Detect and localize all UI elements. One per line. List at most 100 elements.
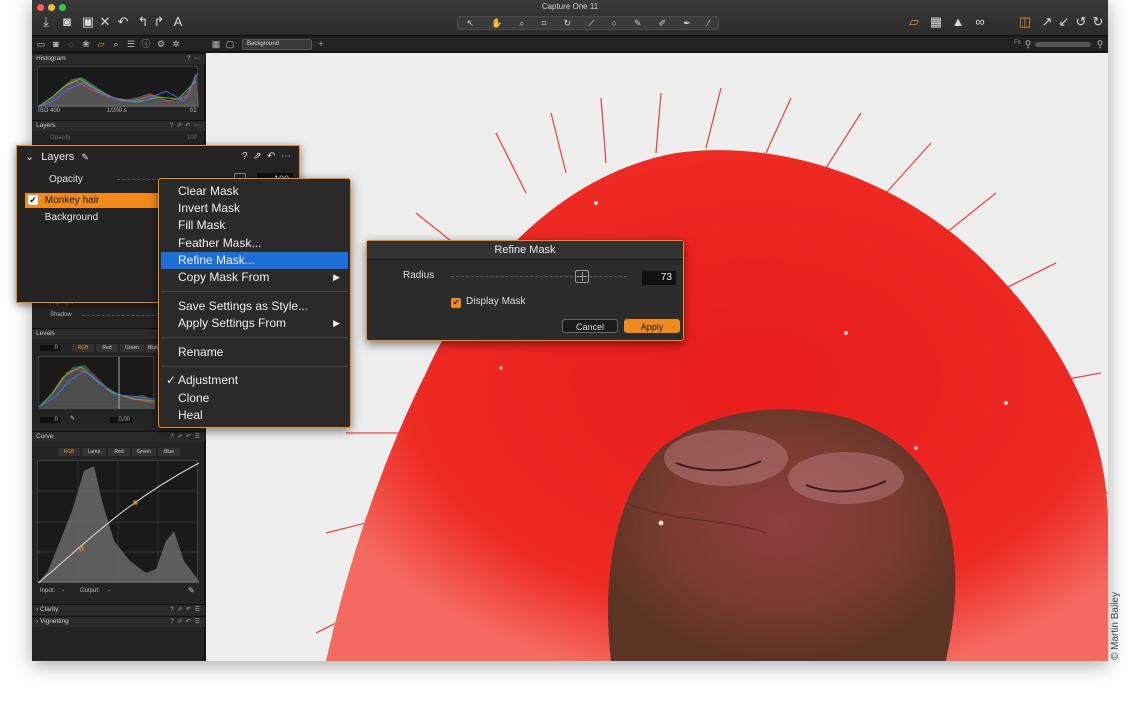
menu-separator bbox=[161, 291, 348, 292]
histogram-header-icons[interactable]: ? ⋯ bbox=[187, 54, 201, 64]
gradient-icon[interactable]: ✒ bbox=[683, 18, 691, 29]
select-icon[interactable]: ↖ bbox=[467, 18, 475, 29]
spot-icon[interactable]: ○ bbox=[612, 18, 617, 28]
apply-button[interactable]: Apply bbox=[624, 319, 680, 333]
zoom-slider[interactable] bbox=[1035, 42, 1091, 47]
local-adjustments-tab-icon[interactable]: ▱ bbox=[95, 39, 107, 49]
levels-top-left-value[interactable]: 0 bbox=[40, 345, 60, 351]
title-bar: Capture One 11 ⤓ ◙ ▣ ✕ ↶ ↰ ↱ A ↖ ✋ ⌕ ⌗ ↻… bbox=[32, 0, 1108, 36]
add-layer-icon[interactable]: + bbox=[315, 39, 327, 49]
levels-picker-icon[interactable]: ✎ bbox=[70, 415, 75, 422]
menu-clear-mask[interactable]: Clear Mask bbox=[161, 183, 348, 200]
curve-header-icons[interactable]: ? ⇗ ↶ ☰ bbox=[170, 432, 201, 442]
cancel-button[interactable]: Cancel bbox=[562, 319, 618, 333]
grid-icon[interactable]: ▦ bbox=[928, 15, 944, 29]
apply-adjustments-icon[interactable]: ↙ bbox=[1056, 15, 1072, 29]
brush-icon[interactable]: ✎ bbox=[634, 18, 642, 29]
delete-icon[interactable]: ✕ bbox=[97, 15, 113, 29]
crop-icon[interactable]: ⌗ bbox=[541, 18, 546, 29]
lens-tab-icon[interactable]: ◌ bbox=[65, 39, 77, 49]
vignetting-header-icons[interactable]: ? ⇗ ↶ ☰ bbox=[170, 617, 201, 627]
radius-slider-knob[interactable] bbox=[575, 270, 589, 283]
curve-picker-icon[interactable]: ✎ bbox=[188, 586, 195, 595]
person-icon[interactable]: ⚲ bbox=[1094, 39, 1106, 49]
curve-channel-luma[interactable]: Luma bbox=[82, 448, 106, 456]
dialog-title: Refine Mask bbox=[367, 241, 683, 260]
histogram-shutter: 1/200 s bbox=[107, 108, 127, 114]
menu-save-settings-as-style[interactable]: Save Settings as Style... bbox=[161, 298, 348, 315]
clarity-header[interactable]: › Clarity ? ⇗ ↶ ☰ bbox=[32, 604, 205, 615]
text-icon[interactable]: A bbox=[170, 15, 186, 29]
single-view-icon[interactable]: ▢ bbox=[224, 39, 236, 49]
layers-mini-title: Layers bbox=[36, 122, 56, 129]
curve-graph[interactable] bbox=[37, 460, 200, 584]
styles-tab-icon[interactable]: ✲ bbox=[170, 39, 182, 49]
reset-icon[interactable]: ↺ bbox=[1073, 15, 1089, 29]
layers-panel-header[interactable]: ⌄ Layers ✎ ? ⇗ ↶ ⋯ bbox=[17, 146, 299, 168]
picker-icon[interactable]: ⁄ bbox=[708, 18, 710, 28]
menu-adjustment[interactable]: ✓ Adjustment bbox=[161, 372, 348, 389]
curve-channel-blue[interactable]: Blue bbox=[158, 448, 180, 456]
color-tab-icon[interactable]: ❀ bbox=[80, 39, 92, 49]
menu-copy-mask-from[interactable]: Copy Mask From ▶ bbox=[161, 269, 348, 286]
curve-channel-rgb[interactable]: RGB bbox=[58, 448, 80, 456]
undo-all-icon[interactable]: ↶ bbox=[115, 15, 131, 29]
import-icon[interactable]: ⤓ bbox=[38, 15, 54, 29]
curve-output-value: - bbox=[108, 588, 110, 594]
compare-icon[interactable]: ▱ bbox=[906, 15, 922, 29]
glasses-icon[interactable]: ∞ bbox=[972, 15, 988, 29]
warning-icon[interactable]: ▲ bbox=[950, 15, 966, 29]
rotate-icon[interactable]: ↻ bbox=[564, 18, 572, 29]
redo-icon[interactable]: ↱ bbox=[151, 15, 167, 29]
levels-channel-rgb[interactable]: RGB bbox=[72, 344, 94, 352]
refresh-icon[interactable]: ↻ bbox=[1090, 15, 1106, 29]
levels-bottom-left-value[interactable]: 0 bbox=[40, 417, 60, 423]
undo-icon[interactable]: ↰ bbox=[135, 15, 151, 29]
library-tab-icon[interactable]: ▭ bbox=[35, 39, 47, 49]
curve-header[interactable]: Curve ? ⇗ ↶ ☰ bbox=[32, 431, 205, 442]
cursor-tools-group: ↖ ✋ ⌕ ⌗ ↻ ⟋ ○ ✎ ✐ ✒ ⁄ bbox=[457, 16, 719, 30]
edit-layer-icon[interactable]: ✎ bbox=[81, 152, 89, 162]
collapse-chevron-icon[interactable]: ⌄ bbox=[25, 151, 34, 163]
layers-mini-header[interactable]: Layers ? ⇗ ↶ ⋯ bbox=[32, 120, 205, 131]
levels-channel-green[interactable]: Green bbox=[120, 344, 144, 352]
grid-view-icon[interactable]: ▦ bbox=[210, 39, 222, 49]
vignetting-header[interactable]: › Vignetting ? ⇗ ↶ ☰ bbox=[32, 616, 205, 627]
settings-tab-icon[interactable]: ⚙ bbox=[155, 39, 167, 49]
radius-value-field[interactable]: 73 bbox=[642, 271, 676, 285]
layers-mini-header-icons[interactable]: ? ⇗ ↶ ⋯ bbox=[170, 121, 201, 131]
keystone-icon[interactable]: ⟋ bbox=[588, 18, 594, 29]
menu-invert-mask[interactable]: Invert Mask bbox=[161, 200, 348, 217]
radius-slider[interactable] bbox=[451, 276, 627, 277]
menu-heal[interactable]: Heal bbox=[161, 407, 348, 424]
display-mask-checkbox[interactable]: ✔ bbox=[451, 298, 461, 308]
clarity-header-icons[interactable]: ? ⇗ ↶ ☰ bbox=[170, 605, 201, 615]
layer-enabled-checkbox[interactable]: ✔ bbox=[28, 195, 38, 205]
export-icon[interactable]: ▣ bbox=[80, 15, 96, 29]
display-mask-row[interactable]: ✔ Display Mask bbox=[451, 296, 525, 308]
copy-adjustments-icon[interactable]: ↗ bbox=[1039, 15, 1055, 29]
menu-apply-settings-from[interactable]: Apply Settings From ▶ bbox=[161, 315, 348, 332]
zoom-icon[interactable]: ⌕ bbox=[519, 18, 524, 29]
levels-channel-red[interactable]: Red bbox=[96, 344, 118, 352]
menu-refine-mask[interactable]: Refine Mask... bbox=[161, 252, 348, 269]
menu-rename[interactable]: Rename bbox=[161, 344, 348, 361]
levels-graph[interactable] bbox=[38, 356, 156, 409]
curve-channel-red[interactable]: Red bbox=[108, 448, 130, 456]
layer-select-dropdown[interactable]: Background bbox=[242, 39, 312, 50]
info-tab-icon[interactable]: ⓘ bbox=[140, 39, 152, 49]
camera-icon[interactable]: ◙ bbox=[59, 15, 75, 29]
stack-icon[interactable]: ◫ bbox=[1017, 15, 1033, 29]
menu-clone[interactable]: Clone bbox=[161, 390, 348, 407]
layers-panel-header-icons[interactable]: ? ⇗ ↶ ⋯ bbox=[242, 146, 291, 168]
pan-icon[interactable]: ✋ bbox=[491, 18, 502, 29]
details-tab-icon[interactable]: ⌕ bbox=[110, 39, 122, 49]
histogram-header[interactable]: Histogram ? ⋯ bbox=[32, 53, 205, 64]
menu-fill-mask[interactable]: Fill Mask bbox=[161, 217, 348, 234]
curve-channel-green[interactable]: Green bbox=[132, 448, 156, 456]
capture-tab-icon[interactable]: ◙ bbox=[50, 39, 62, 49]
eraser-icon[interactable]: ✐ bbox=[659, 18, 667, 29]
menu-feather-mask[interactable]: Feather Mask... bbox=[161, 235, 348, 252]
levels-bottom-mid-value[interactable]: 0,00 bbox=[110, 417, 132, 423]
metadata-tab-icon[interactable]: ☰ bbox=[125, 39, 137, 49]
